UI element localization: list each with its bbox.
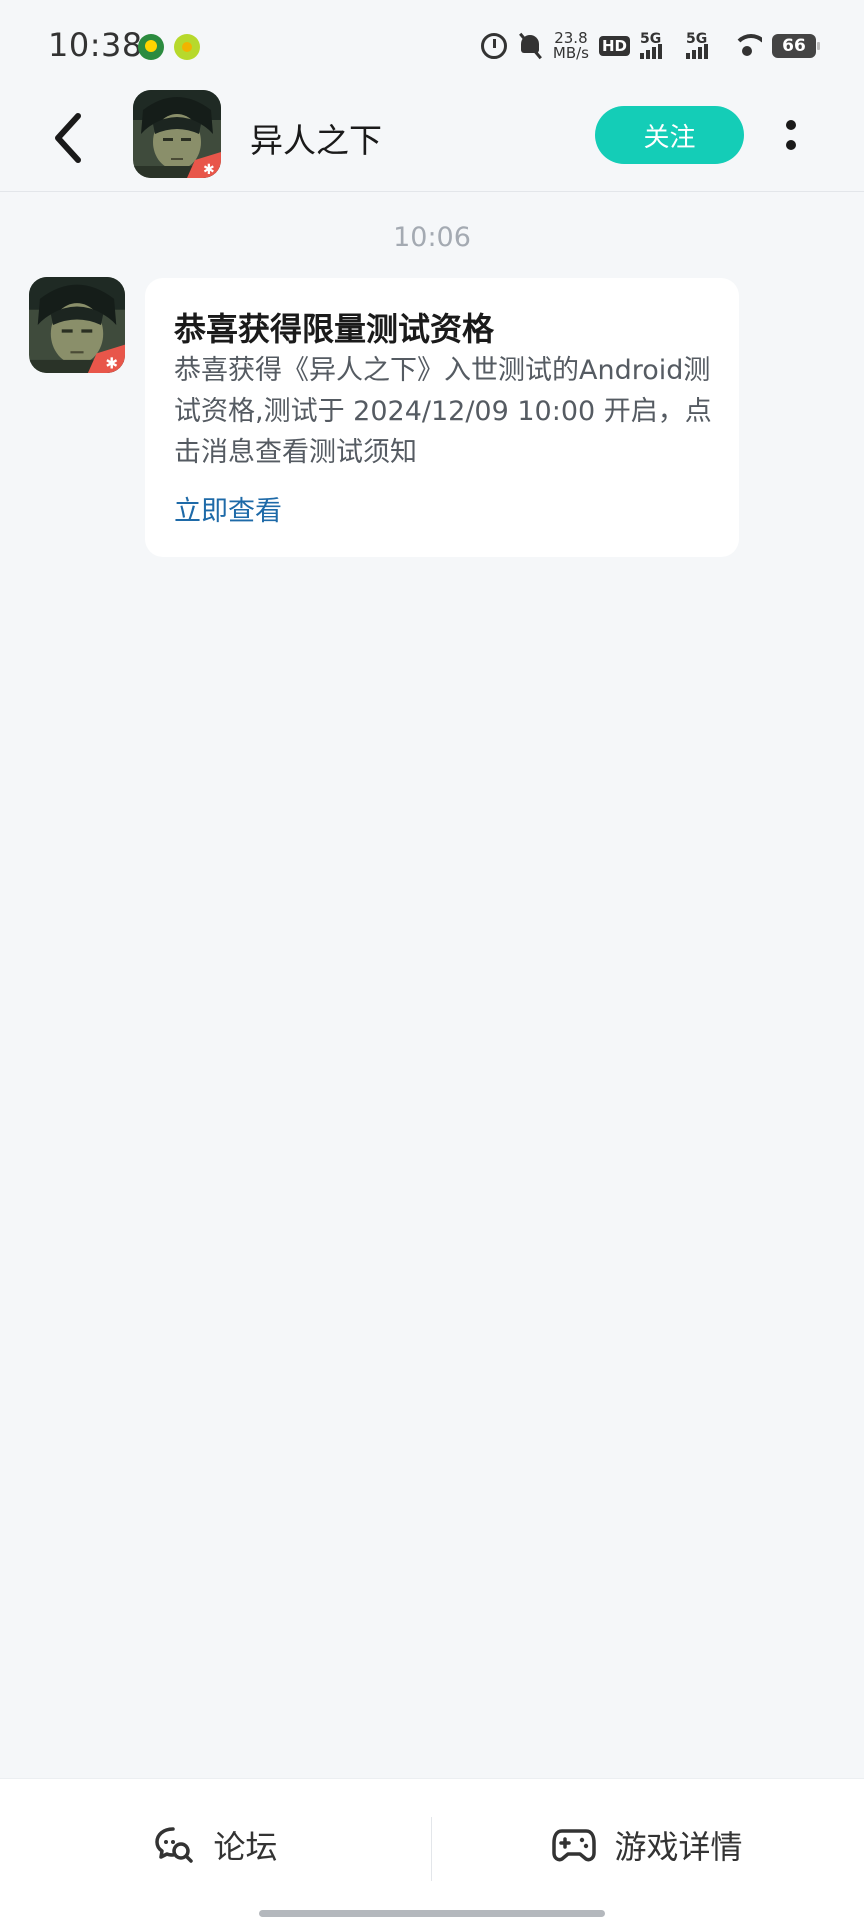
back-button[interactable] [40, 102, 100, 174]
more-dot-icon [786, 140, 796, 150]
battery-icon: 66 [772, 34, 820, 58]
network-speed: 23.8 MB/s [553, 31, 589, 61]
svg-text:✱: ✱ [203, 162, 215, 178]
status-bar: 10:38 23.8 MB/s HD 5G 5G 66 [0, 0, 864, 84]
signal-icon: 5G [686, 31, 722, 61]
screen: 10:38 23.8 MB/s HD 5G 5G 66 ✱ 异人之下 关注 10… [0, 0, 864, 1920]
bottom-bar: 论坛 游戏详情 [0, 1778, 864, 1920]
message-timestamp: 10:06 [393, 222, 471, 253]
header: ✱ 异人之下 关注 [0, 84, 864, 192]
battery-level: 66 [782, 36, 806, 56]
game-avatar[interactable]: ✱ [133, 90, 221, 178]
sender-avatar[interactable]: ✱ [29, 277, 125, 373]
game-character-image: ✱ [133, 90, 221, 178]
forum-tab[interactable]: 论坛 [0, 1779, 431, 1920]
chevron-left-icon [55, 113, 81, 163]
gamepad-icon [552, 1829, 597, 1862]
music-notification-icon [174, 34, 200, 60]
message-card[interactable]: 恭喜获得限量测试资格 恭喜获得《异人之下》入世测试的Android测试资格,测试… [145, 278, 739, 557]
hd-icon: HD [598, 36, 630, 56]
game-character-image: ✱ [29, 277, 125, 373]
app-notification-icon [138, 34, 164, 60]
view-now-link[interactable]: 立即查看 [174, 489, 282, 528]
forum-chat-icon [155, 1827, 194, 1863]
page-title: 异人之下 [250, 121, 382, 160]
svg-text:✱: ✱ [105, 355, 118, 373]
message-title: 恭喜获得限量测试资格 [174, 310, 495, 348]
game-details-tab[interactable]: 游戏详情 [432, 1779, 863, 1920]
more-options-button[interactable] [776, 106, 806, 164]
wifi-icon [732, 34, 762, 58]
alarm-icon [480, 33, 507, 59]
message-body: 恭喜获得《异人之下》入世测试的Android测试资格,测试于 2024/12/0… [174, 355, 712, 468]
status-time: 10:38 [48, 26, 143, 64]
signal-icon: 5G [640, 31, 676, 61]
status-icons: 23.8 MB/s HD 5G 5G 66 [480, 28, 820, 64]
more-dot-icon [786, 120, 796, 130]
forum-tab-label: 论坛 [213, 1828, 278, 1866]
game-details-tab-label: 游戏详情 [614, 1828, 743, 1866]
network-speed-unit: MB/s [552, 44, 589, 62]
follow-button[interactable]: 关注 [595, 106, 744, 164]
home-indicator[interactable] [259, 1910, 605, 1917]
mute-icon [517, 32, 543, 60]
